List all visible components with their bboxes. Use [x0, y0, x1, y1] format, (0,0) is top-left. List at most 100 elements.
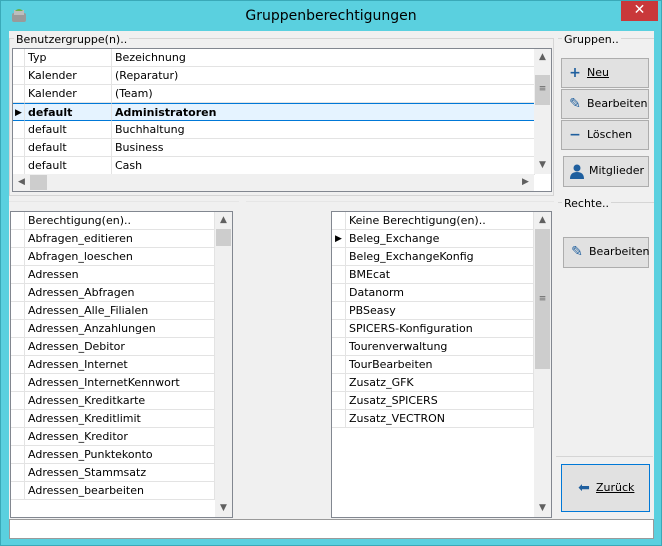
members-button[interactable]: Mitglieder — [563, 156, 649, 187]
row-header-cell[interactable] — [332, 410, 346, 428]
row-header-cell[interactable] — [11, 320, 25, 338]
group-row[interactable]: Kalender (Team) — [13, 85, 535, 103]
row-pointer-icon[interactable]: ▶ — [13, 103, 25, 121]
list-item[interactable]: Abfragen_loeschen — [11, 248, 215, 266]
row-header-cell[interactable] — [332, 266, 346, 284]
group-row[interactable]: default Cash — [13, 157, 535, 175]
list-item[interactable]: Datanorm — [332, 284, 534, 302]
list-item[interactable]: Adressen_Abfragen — [11, 284, 215, 302]
row-header-cell[interactable] — [332, 248, 346, 266]
row-header-cell[interactable] — [332, 392, 346, 410]
scroll-thumb[interactable] — [216, 229, 231, 246]
list-item[interactable]: TourBearbeiten — [332, 356, 534, 374]
row-header-cell[interactable] — [11, 302, 25, 320]
list-item[interactable]: Adressen_Alle_Filialen — [11, 302, 215, 320]
groups-vertical-scrollbar[interactable]: ▲ ≡ ▼ — [534, 49, 551, 174]
group-row[interactable]: default Buchhaltung — [13, 121, 535, 139]
scroll-right-icon[interactable]: ▶ — [517, 174, 534, 191]
list-item[interactable]: BMEcat — [332, 266, 534, 284]
groups-horizontal-scrollbar[interactable]: ◀ ▶ — [13, 174, 534, 191]
scroll-up-icon[interactable]: ▲ — [534, 49, 551, 66]
row-header-cell[interactable] — [11, 428, 25, 446]
row-pointer-icon[interactable]: ▶ — [332, 230, 346, 248]
group-row[interactable]: default Business — [13, 139, 535, 157]
list-item[interactable]: Adressen_Internet — [11, 356, 215, 374]
row-header-cell[interactable] — [13, 85, 25, 103]
list-item[interactable]: Adressen_Punktekonto — [11, 446, 215, 464]
list-item[interactable]: Zusatz_SPICERS — [332, 392, 534, 410]
list-item[interactable]: Zusatz_VECTRON — [332, 410, 534, 428]
list-item[interactable]: Adressen_Stammsatz — [11, 464, 215, 482]
group-row[interactable]: Kalender (Reparatur) — [13, 67, 535, 85]
row-header-cell[interactable] — [332, 284, 346, 302]
list-item[interactable]: Adressen_bearbeiten — [11, 482, 215, 500]
back-button[interactable]: ⬅ Zurück — [561, 464, 650, 512]
group-name-cell: Buchhaltung — [112, 121, 535, 139]
list-item[interactable]: Adressen_Debitor — [11, 338, 215, 356]
row-header-cell[interactable] — [11, 482, 25, 500]
list-item[interactable]: Zusatz_GFK — [332, 374, 534, 392]
row-header-cell[interactable] — [11, 356, 25, 374]
list-item[interactable]: Tourenverwaltung — [332, 338, 534, 356]
row-header-cell[interactable] — [11, 410, 25, 428]
list-item[interactable]: Abfragen_editieren — [11, 230, 215, 248]
close-button[interactable]: ✕ — [621, 1, 658, 21]
scroll-down-icon[interactable]: ▼ — [534, 500, 551, 517]
row-header-cell[interactable] — [332, 338, 346, 356]
list-item[interactable]: Adressen_Kreditlimit — [11, 410, 215, 428]
new-group-button[interactable]: + Neu — [561, 58, 649, 88]
row-header-cell[interactable] — [13, 157, 25, 175]
permissions-vertical-scrollbar[interactable]: ▲ ▼ — [215, 212, 232, 517]
row-header-cell[interactable] — [11, 338, 25, 356]
row-header-cell[interactable] — [11, 374, 25, 392]
list-item[interactable]: ▶ Beleg_Exchange — [332, 230, 534, 248]
edit-group-button[interactable]: ✎ Bearbeiten — [561, 89, 649, 119]
hscroll-thumb[interactable] — [30, 175, 47, 190]
window: Gruppenberechtigungen ✕ Benutzergruppe(n… — [0, 0, 662, 546]
permissions-list[interactable]: Berechtigung(en).. Abfragen_editieren Abf… — [10, 211, 233, 518]
list-item[interactable]: Beleg_ExchangeKonfig — [332, 248, 534, 266]
title-bar[interactable]: Gruppenberechtigungen ✕ — [1, 1, 661, 31]
row-header-cell[interactable] — [11, 464, 25, 482]
row-header-cell[interactable] — [13, 67, 25, 85]
permissions-header[interactable]: Berechtigung(en).. — [25, 212, 215, 230]
row-header-cell[interactable] — [332, 374, 346, 392]
row-header-cell[interactable] — [332, 320, 346, 338]
row-header-cell[interactable] — [13, 139, 25, 157]
list-item-label: Adressen_Punktekonto — [25, 446, 215, 464]
list-item[interactable]: SPICERS-Konfiguration — [332, 320, 534, 338]
scroll-down-icon[interactable]: ▼ — [215, 500, 232, 517]
no-permissions-header[interactable]: Keine Berechtigung(en).. — [346, 212, 534, 230]
no-permissions-vertical-scrollbar[interactable]: ▲ ≡ ▼ — [534, 212, 551, 517]
delete-group-button[interactable]: − Löschen — [561, 120, 649, 150]
list-item[interactable]: Adressen — [11, 266, 215, 284]
edit-rights-button[interactable]: ✎ Bearbeiten — [563, 237, 649, 268]
row-header-cell[interactable] — [11, 248, 25, 266]
no-permissions-list[interactable]: Keine Berechtigung(en).. ▶ Beleg_Exchange… — [331, 211, 552, 518]
list-item[interactable]: PBSeasy — [332, 302, 534, 320]
row-header-cell[interactable] — [332, 356, 346, 374]
list-item-label: Beleg_Exchange — [346, 230, 534, 248]
list-item[interactable]: Adressen_InternetKennwort — [11, 374, 215, 392]
row-header-cell[interactable] — [11, 392, 25, 410]
row-header-cell[interactable] — [11, 266, 25, 284]
scroll-thumb[interactable]: ≡ — [535, 75, 550, 105]
row-header-cell[interactable] — [13, 121, 25, 139]
column-header-typ[interactable]: Typ — [25, 49, 112, 67]
row-header-cell[interactable] — [332, 302, 346, 320]
list-item-label: Abfragen_editieren — [25, 230, 215, 248]
group-row[interactable]: ▶ default Administratoren — [13, 103, 535, 121]
column-header-bezeichnung[interactable]: Bezeichnung — [112, 49, 535, 67]
scroll-thumb[interactable]: ≡ — [535, 229, 550, 369]
list-item[interactable]: Adressen_Anzahlungen — [11, 320, 215, 338]
row-header-cell[interactable] — [11, 230, 25, 248]
scroll-left-icon[interactable]: ◀ — [13, 174, 30, 191]
scroll-up-icon[interactable]: ▲ — [215, 212, 232, 229]
list-item[interactable]: Adressen_Kreditkarte — [11, 392, 215, 410]
user-groups-grid[interactable]: Typ Bezeichnung Kalender (Reparatur) Kalen… — [12, 48, 552, 192]
list-item[interactable]: Adressen_Kreditor — [11, 428, 215, 446]
row-header-cell[interactable] — [11, 446, 25, 464]
row-header-cell[interactable] — [11, 284, 25, 302]
scroll-up-icon[interactable]: ▲ — [534, 212, 551, 229]
scroll-down-icon[interactable]: ▼ — [534, 157, 551, 174]
